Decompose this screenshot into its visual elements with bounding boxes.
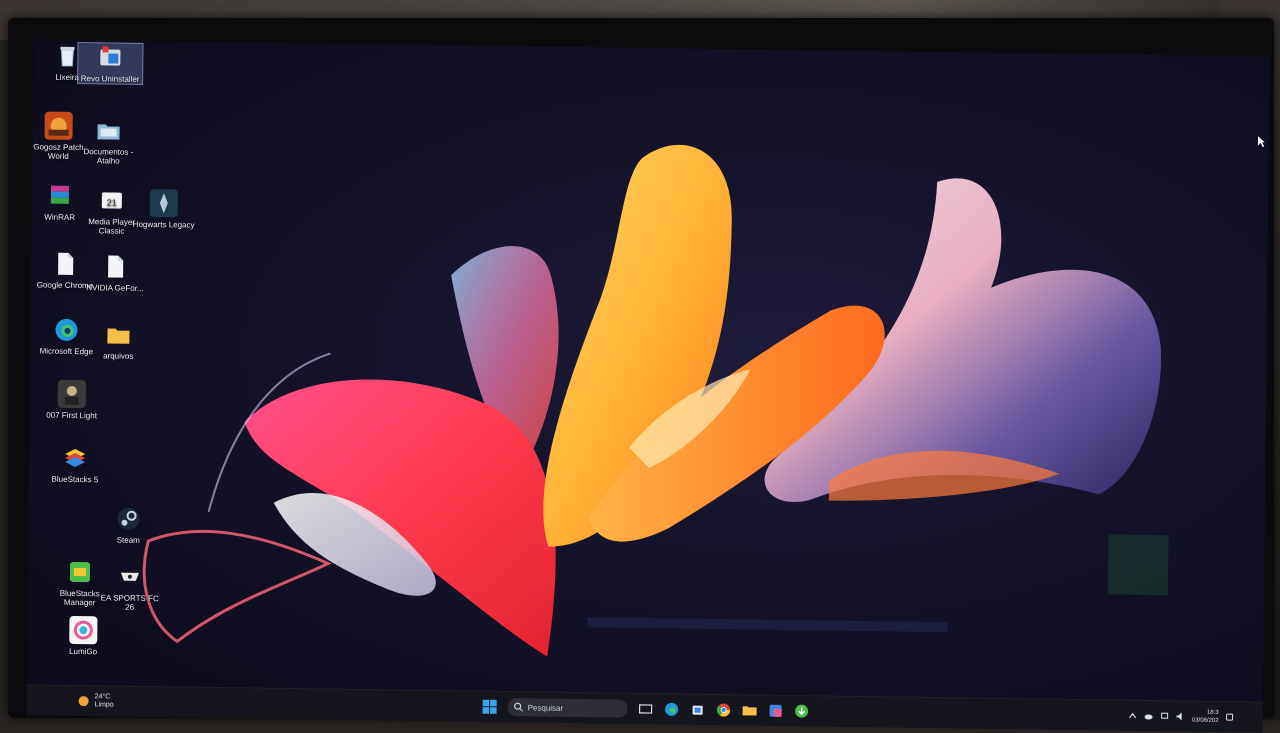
winrar-icon (46, 182, 74, 210)
game-icon (57, 379, 86, 409)
mouse-pointer-icon (1257, 134, 1267, 148)
task-view-icon (638, 704, 653, 714)
green-app-icon (795, 704, 809, 718)
desktop-icon-label: Revo Uninstaller (80, 74, 140, 84)
bluestacks-manager-icon (66, 558, 94, 586)
desktop-icon-label: Media Player Classic (88, 217, 136, 236)
desktop-icon-label: Lixeira (55, 72, 79, 83)
desktop-screen: Lixeira Revo Uninstaller Gogosz Patch Wo… (26, 39, 1270, 733)
app-icon (769, 704, 782, 717)
desktop-icon-label: 007 First Light (46, 410, 97, 421)
taskbar-weather-widget[interactable]: 24°C Limpo (77, 690, 114, 713)
taskbar-edge-button[interactable] (664, 701, 680, 717)
desktop-icon-lumigo[interactable]: LumiGo (51, 615, 115, 657)
svg-text:21: 21 (107, 197, 117, 207)
notification-icon[interactable] (1225, 712, 1235, 722)
desktop-icon-label: Steam (116, 535, 140, 545)
file-icon (51, 250, 79, 278)
lumigo-icon (69, 615, 98, 645)
desktop-icon-label: WinRAR (44, 212, 76, 222)
weather-condition: Limpo (94, 701, 114, 709)
weather-temperature: 24°C (94, 693, 111, 701)
folder-icon (742, 706, 757, 716)
task-view-button[interactable] (638, 701, 654, 717)
desktop-icon-label: NVIDIA GeFor... (86, 283, 144, 293)
game-icon (44, 111, 73, 140)
desktop-icon-arquivos[interactable]: arquivos (86, 320, 150, 361)
desktop-icon-label: BlueStacks Manager (59, 588, 100, 608)
taskbar-store-button[interactable] (690, 702, 706, 718)
desktop-icon-label: BlueStacks 5 (51, 474, 99, 485)
taskbar-search-box[interactable]: Pesquisar (507, 698, 628, 718)
file-icon (101, 252, 129, 280)
desktop-icon-revo-uninstaller[interactable]: Revo Uninstaller (77, 42, 144, 85)
taskbar-chrome-button[interactable] (716, 702, 732, 718)
media-player-icon: 21 (98, 186, 126, 214)
desktop-icon-label: Hogwarts Legacy (132, 219, 195, 230)
store-icon (692, 705, 703, 715)
chevron-up-icon[interactable] (1128, 711, 1138, 721)
folder-shortcut-icon (94, 116, 122, 144)
weather-sun-icon (78, 696, 89, 707)
game-icon (149, 189, 178, 218)
edge-icon (665, 702, 679, 716)
taskbar-file-explorer-button[interactable] (742, 702, 758, 718)
clock-date: 03/08/202 (1191, 717, 1219, 724)
search-icon (514, 702, 524, 712)
folder-icon (104, 320, 132, 348)
chrome-icon (716, 703, 731, 717)
revo-uninstaller-icon (96, 43, 124, 71)
start-button[interactable] (482, 699, 498, 715)
desktop-icon-nvidia-geforce[interactable]: NVIDIA GeFor... (83, 252, 147, 293)
taskbar-green-app-button[interactable] (794, 703, 810, 719)
desktop-icon-hogwarts-legacy[interactable]: Hogwarts Legacy (132, 189, 196, 230)
wallpaper (142, 144, 1169, 657)
system-tray: 18:3 03/08/202 (1128, 705, 1235, 728)
search-placeholder: Pesquisar (527, 702, 564, 713)
desktop-icon-bluestacks-5[interactable]: BlueStacks 5 (43, 444, 107, 485)
desktop-icon-label: Documentos - Atalho (83, 147, 134, 166)
desktop-icon-steam[interactable]: Steam (96, 504, 160, 545)
monitor-bezel: Lixeira Revo Uninstaller Gogosz Patch Wo… (8, 18, 1274, 733)
desktop-icon-label: EA SPORTS FC 26 (100, 593, 159, 612)
steam-icon (114, 505, 142, 533)
desktop-icon-label: LumiGo (69, 646, 98, 657)
bluestacks-icon (61, 444, 89, 472)
taskbar-clock[interactable]: 18:3 03/08/202 (1192, 709, 1219, 725)
taskbar-apps: Pesquisar (482, 696, 810, 723)
windows-logo-icon (482, 699, 497, 714)
desktop-icon-documentos[interactable]: Documentos - Atalho (76, 116, 141, 166)
desktop-icon-label: arquivos (103, 351, 134, 361)
desktop-icon-label: Microsoft Edge (39, 346, 93, 357)
desktop-icon-007-first-light[interactable]: 007 First Light (40, 379, 104, 421)
ea-sports-icon (116, 563, 144, 591)
taskbar-app-button[interactable] (768, 703, 784, 719)
desktop-icon-ea-sports-fc-26[interactable]: EA SPORTS FC 26 (98, 562, 163, 612)
edge-icon (52, 316, 80, 344)
